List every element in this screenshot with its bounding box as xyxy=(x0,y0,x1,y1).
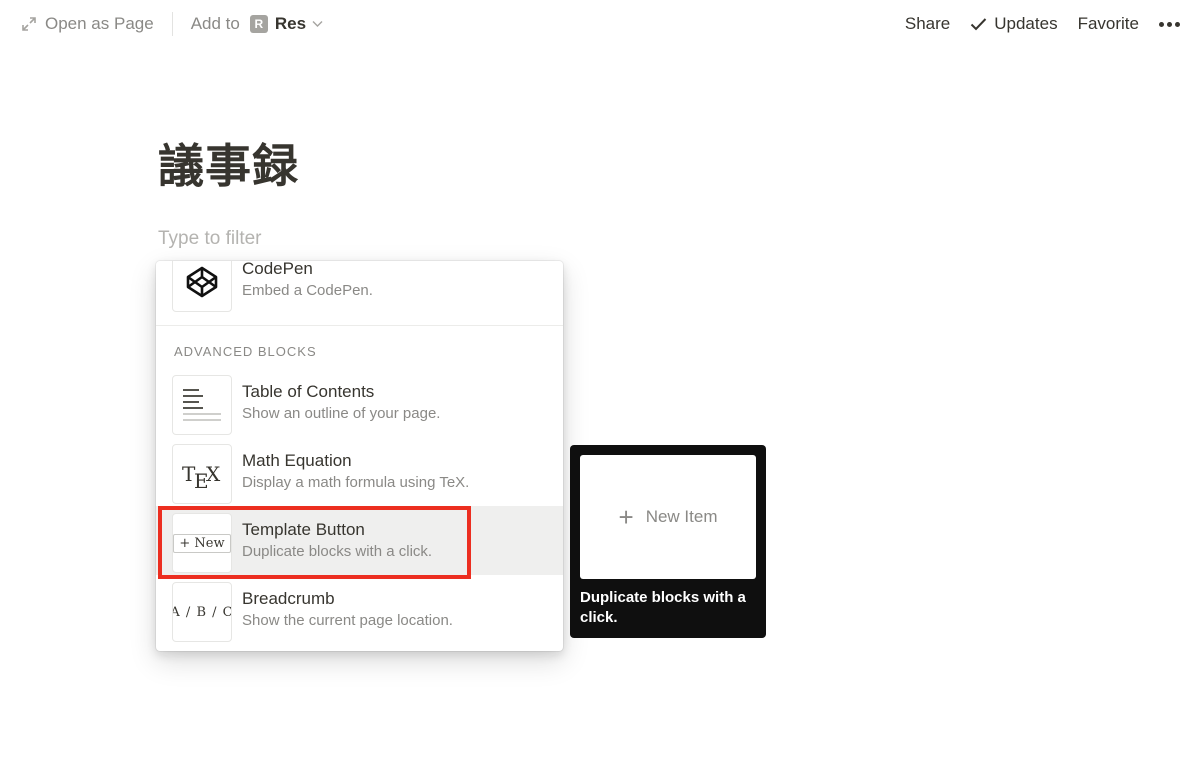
menu-item-title: Breadcrumb xyxy=(242,589,335,608)
menu-item-desc: Display a math formula using TeX. xyxy=(242,474,470,491)
section-divider xyxy=(156,325,563,326)
chevron-down-icon xyxy=(312,21,323,27)
workspace-name: Res xyxy=(274,14,307,33)
menu-item-title: Template Button xyxy=(242,520,365,539)
divider xyxy=(171,12,173,36)
preview-new-item-button: + New Item xyxy=(580,455,756,579)
share-button[interactable]: Share xyxy=(905,14,950,34)
more-options-icon[interactable] xyxy=(1159,21,1180,27)
open-as-page-button[interactable]: Open as Page xyxy=(22,14,154,34)
tex-icon: T E X xyxy=(172,444,232,504)
preview-button-label: New Item xyxy=(645,507,718,526)
breadcrumb-icon: A / B / C xyxy=(172,582,232,642)
menu-item-desc: Embed a CodePen. xyxy=(242,282,373,299)
add-to-label: Add to xyxy=(190,14,240,33)
updates-label: Updates xyxy=(994,14,1058,33)
menu-item-table-of-contents[interactable]: Table of Contents Show an outline of you… xyxy=(156,368,563,437)
menu-item-desc: Show the current page location. xyxy=(242,612,453,629)
favorite-button[interactable]: Favorite xyxy=(1078,14,1139,34)
menu-item-title: Table of Contents xyxy=(242,382,375,401)
top-bar-right: Share Updates Favorite xyxy=(885,12,1180,36)
page-title[interactable]: 議事録 xyxy=(158,130,299,196)
top-bar: Open as Page Add to R Res Share Updates … xyxy=(0,0,1200,48)
codepen-icon xyxy=(172,261,232,312)
menu-item-math-equation[interactable]: T E X Math Equation Display a math formu… xyxy=(156,437,563,506)
template-button-icon: + New xyxy=(172,513,232,573)
block-preview-tooltip: + New Item Duplicate blocks with a click… xyxy=(570,445,766,638)
top-bar-left: Open as Page Add to R Res xyxy=(22,12,323,36)
favorite-label: Favorite xyxy=(1077,14,1139,33)
preview-caption: Duplicate blocks with a click. xyxy=(580,589,746,626)
filter-input[interactable] xyxy=(158,226,558,252)
add-to-button[interactable]: Add to R Res xyxy=(191,14,323,34)
menu-item-title: CodePen xyxy=(242,261,313,278)
tex-icon-x: X xyxy=(206,462,221,486)
workspace-icon: R xyxy=(249,15,268,33)
open-as-page-label: Open as Page xyxy=(45,14,154,33)
checkmark-icon xyxy=(971,18,987,31)
template-icon-label: + New xyxy=(173,533,231,553)
menu-item-template-button[interactable]: + New Template Button Duplicate blocks w… xyxy=(156,506,563,575)
share-label: Share xyxy=(904,14,951,33)
expand-arrows-icon xyxy=(22,17,36,31)
menu-item-desc: Duplicate blocks with a click. xyxy=(242,543,433,560)
plus-icon: + xyxy=(618,502,634,532)
section-label-advanced-blocks: ADVANCED BLOCKS xyxy=(174,344,317,359)
menu-item-desc: Show an outline of your page. xyxy=(242,405,441,422)
table-of-contents-icon xyxy=(172,375,232,435)
updates-button[interactable]: Updates xyxy=(970,14,1058,34)
menu-item-breadcrumb[interactable]: A / B / C Breadcrumb Show the current pa… xyxy=(156,575,563,644)
menu-item-title: Math Equation xyxy=(242,451,352,470)
block-menu: CodePen Embed a CodePen. ADVANCED BLOCKS… xyxy=(156,261,563,651)
menu-item-codepen[interactable]: CodePen Embed a CodePen. xyxy=(156,261,563,314)
breadcrumb-icon-label: A / B / C xyxy=(172,604,232,620)
